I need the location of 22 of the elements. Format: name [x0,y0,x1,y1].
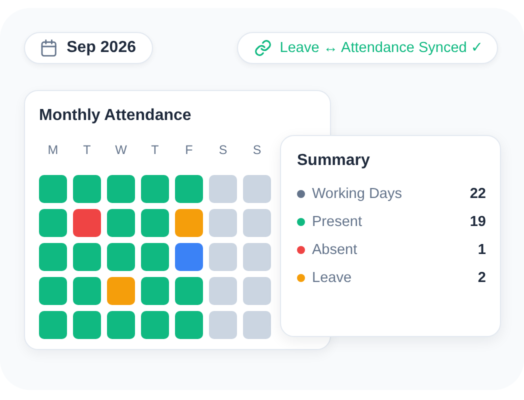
weekday-label: S [252,143,262,157]
summary-value: 19 [470,214,486,230]
summary-value: 1 [478,242,486,258]
weekday-label: F [184,143,194,157]
weekday-label: T [150,143,160,157]
summary-label: Working Days [312,186,403,202]
sync-status-text: Leave ↔ Attendance Synced ✓ [280,40,483,56]
month-label: Sep 2026 [66,39,136,57]
summary-value: 2 [478,270,486,286]
link-icon [254,39,272,57]
summary-label: Leave [312,270,353,286]
summary-label: Absent [312,242,358,258]
summary-label: Present [312,214,363,230]
weekday-label: W [114,143,128,157]
weekday-label: M [46,143,60,157]
summary-title: Summary [297,152,371,170]
weekday-label: T [82,143,92,157]
calendar-icon [41,39,57,57]
summary-value: 22 [470,186,486,202]
weekday-label: S [218,143,228,157]
card-title: Monthly Attendance [39,107,192,125]
month-picker[interactable]: Sep 2026 [24,32,153,64]
